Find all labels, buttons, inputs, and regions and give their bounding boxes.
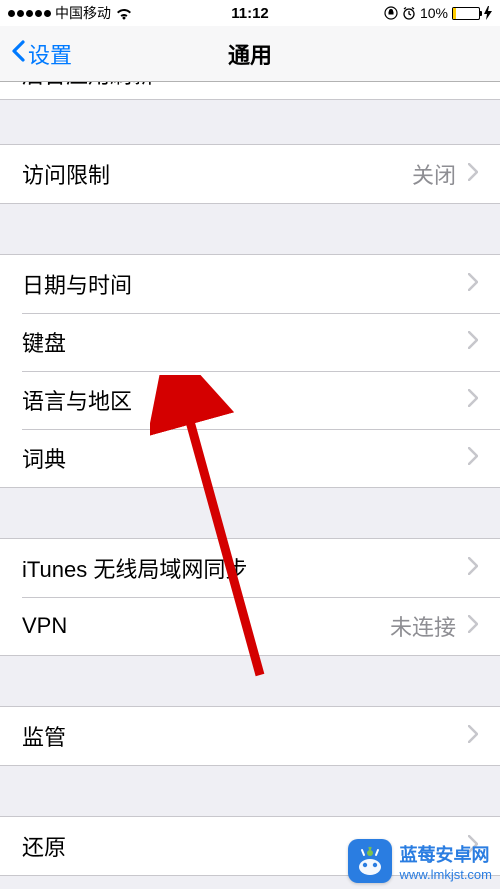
chevron-right-icon	[468, 447, 478, 470]
chevron-right-icon	[468, 273, 478, 296]
row-vpn[interactable]: VPN 未连接	[0, 597, 500, 655]
chevron-right-icon	[468, 331, 478, 354]
cutoff-row[interactable]: 后台应用刷新	[0, 82, 500, 100]
back-button[interactable]: 设置	[10, 38, 72, 70]
row-supervision[interactable]: 监管	[0, 707, 500, 765]
group-itunes-vpn: iTunes 无线局域网同步 VPN 未连接	[0, 538, 500, 656]
chevron-right-icon	[468, 615, 478, 638]
wifi-icon	[115, 7, 133, 20]
alarm-icon	[402, 6, 416, 20]
watermark-url: www.lmkjst.com	[400, 867, 492, 882]
watermark-logo-icon	[348, 839, 392, 883]
watermark: 蓝莓安卓网 www.lmkjst.com	[340, 833, 500, 889]
cell-label: 访问限制	[22, 158, 110, 190]
cell-label: iTunes 无线局域网同步	[22, 552, 247, 584]
chevron-right-icon	[468, 725, 478, 748]
nav-bar: 设置 通用	[0, 26, 500, 82]
cell-label: VPN	[22, 613, 67, 639]
carrier-label: 中国移动	[55, 3, 111, 23]
cell-label: 监管	[22, 720, 66, 752]
cell-label: 还原	[22, 830, 66, 862]
cell-label: 键盘	[22, 326, 66, 358]
row-keyboard[interactable]: 键盘	[0, 313, 500, 371]
chevron-right-icon	[468, 557, 478, 580]
page-title: 通用	[228, 38, 272, 70]
cell-label: 语言与地区	[22, 384, 132, 416]
group-restrictions: 访问限制 关闭	[0, 144, 500, 204]
status-left: 中国移动	[8, 3, 133, 23]
status-bar: 中国移动 11:12 10%	[0, 0, 500, 26]
cell-label: 日期与时间	[22, 268, 132, 300]
charging-icon	[484, 6, 492, 20]
battery-percentage: 10%	[420, 5, 448, 21]
chevron-right-icon	[468, 389, 478, 412]
signal-strength-icon	[8, 10, 51, 17]
row-language-region[interactable]: 语言与地区	[0, 371, 500, 429]
row-itunes-wifi-sync[interactable]: iTunes 无线局域网同步	[0, 539, 500, 597]
settings-content: 后台应用刷新 访问限制 关闭 日期与时间 键盘 语言与地区 词典	[0, 82, 500, 876]
chevron-right-icon	[468, 163, 478, 186]
cell-value: 关闭	[412, 158, 456, 190]
row-date-time[interactable]: 日期与时间	[0, 255, 500, 313]
back-label: 设置	[28, 38, 72, 70]
watermark-text: 蓝莓安卓网 www.lmkjst.com	[400, 841, 492, 882]
cell-value: 未连接	[390, 610, 456, 642]
orientation-lock-icon	[384, 6, 398, 20]
group-date-keyboard: 日期与时间 键盘 语言与地区 词典	[0, 254, 500, 488]
status-right: 10%	[384, 5, 492, 21]
status-time: 11:12	[231, 5, 269, 22]
watermark-title: 蓝莓安卓网	[400, 841, 490, 867]
cell-label: 词典	[22, 442, 66, 474]
row-restrictions[interactable]: 访问限制 关闭	[0, 145, 500, 203]
row-dictionary[interactable]: 词典	[0, 429, 500, 487]
group-supervision: 监管	[0, 706, 500, 766]
chevron-left-icon	[10, 39, 26, 69]
battery-icon	[452, 7, 480, 20]
